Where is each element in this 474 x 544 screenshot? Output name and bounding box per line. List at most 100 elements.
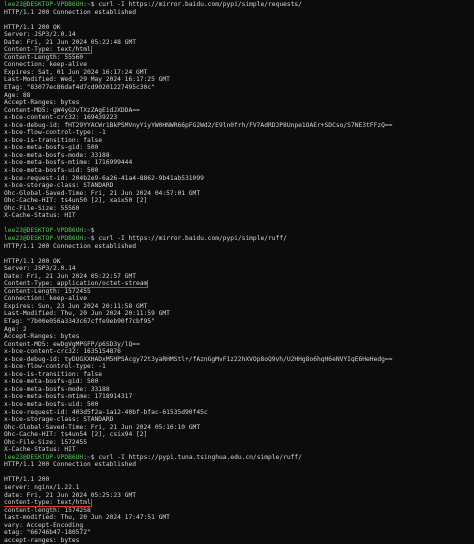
output-text: x-bce-flow-control-type: -1 bbox=[4, 363, 106, 371]
output-line: x-bce-meta-bosfs-mode: 33188 bbox=[4, 152, 470, 160]
output-text: Last-Modified: Wed, 29 May 2024 16:17:25… bbox=[4, 76, 170, 84]
highlighted-header: Content-Type: application/octet-stream bbox=[4, 280, 149, 288]
output-line: Date: Fri, 21 Jun 2024 05:22:48 GMT bbox=[4, 39, 470, 47]
output-text: x-bce-flow-control-type: -1 bbox=[4, 129, 106, 137]
output-text: Ohc-Global-Saved-Time: Fri, 21 Jun 2024 … bbox=[4, 189, 201, 197]
output-text: Accept-Ranges: bytes bbox=[4, 333, 80, 341]
output-line: Content-Length: 55560 bbox=[4, 54, 470, 62]
output-text: HTTP/1.1 200 OK bbox=[4, 257, 61, 265]
output-text: X-Cache-Status: HIT bbox=[4, 446, 76, 454]
output-text: content-length: 1574258 bbox=[4, 506, 91, 514]
output-line: Content-Type: application/octet-stream bbox=[4, 280, 470, 288]
output-text: Last-Modified: Thu, 20 Jun 2024 20:11:59… bbox=[4, 310, 170, 318]
output-line: x-bce-meta-bosfs-mtime: 1718914317 bbox=[4, 393, 470, 401]
output-line: ETag: "83077ec86daf4d7cd90201227495c30c" bbox=[4, 84, 470, 92]
output-line: x-bce-request-id: 204b2e9-6a26-41a4-8862… bbox=[4, 175, 470, 183]
output-line: Content-MD5: ewDgVgMPGFP/p6SD3y/lQ== bbox=[4, 341, 470, 349]
output-text: server: nginx/1.22.1 bbox=[4, 484, 80, 491]
output-text: Connection: keep-alive bbox=[4, 295, 87, 303]
output-text: etag: "66746b47-180572" bbox=[4, 529, 91, 537]
output-text: x-bce-meta-bosfs-gid: 500 bbox=[4, 144, 99, 152]
output-text: x-bce-debug-id: fHT29YYACWr1BkPSMVnyYiyY… bbox=[4, 121, 393, 129]
output-line: Server: JSP3/2.0.14 bbox=[4, 31, 470, 39]
output-text: Content-MD5: ewDgVgMPGFP/p6SD3y/lQ== bbox=[4, 340, 140, 348]
output-text: Ohc-Global-Saved-Time: Fri, 21 Jun 2024 … bbox=[4, 423, 201, 431]
output-line: Last-Modified: Wed, 29 May 2024 16:17:25… bbox=[4, 76, 470, 84]
output-text: Ohc-Cache-HIT: ts4un54 [2], csix94 [2] bbox=[4, 431, 148, 439]
output-text: Server: JSP3/2.0.14 bbox=[4, 265, 76, 273]
output-text: Content-MD5: gW4yG2vTXzZAgEidJXDDA== bbox=[4, 106, 140, 114]
output-text: date: Fri, 21 Jun 2024 05:25:23 GMT bbox=[4, 491, 136, 499]
output-text: x-bce-meta-bosfs-mode: 33188 bbox=[4, 151, 110, 159]
output-text: Date: Fri, 21 Jun 2024 05:22:57 GMT bbox=[4, 272, 136, 280]
output-text: Content-Length: 55560 bbox=[4, 53, 84, 61]
output-line: x-bce-request-id: 403d5f2a-1a12-40bf-bfa… bbox=[4, 409, 470, 417]
output-text: HTTP/1.1 200 Connection established bbox=[4, 242, 136, 250]
output-line: Ohc-Cache-HIT: ts4un50 [2], xaix50 [2] bbox=[4, 197, 470, 205]
output-line: Ohc-Cache-HIT: ts4un54 [2], csix94 [2] bbox=[4, 431, 470, 439]
output-line: x-bce-meta-bosfs-mtime: 1716999444 bbox=[4, 159, 470, 167]
output-line: x-bce-content-crc32: 169439223 bbox=[4, 114, 470, 122]
output-line: x-bce-debug-id: fHT29YYACWr1BkPSMVnyYiyY… bbox=[4, 122, 470, 130]
output-text: x-bce-content-crc32: 169439223 bbox=[4, 114, 118, 122]
highlighted-header: Content-Type: text/html bbox=[4, 46, 92, 54]
output-line: Expires: Sat, 01 Jun 2024 16:17:24 GMT bbox=[4, 69, 470, 77]
prompt-user: lee23@DESKTOP-VPDB6UH bbox=[4, 234, 84, 242]
output-line: Ohc-File-Size: 55560 bbox=[4, 205, 470, 213]
output-text: HTTP/1.1 200 Connection established bbox=[4, 8, 136, 16]
command-text: curl -I https://mirror.baidu.com/pypi/si… bbox=[94, 234, 287, 242]
prompt-line: lee23@DESKTOP-VPDB6UH:~$ curl -I https:/… bbox=[4, 1, 470, 9]
output-text: HTTP/1.1 200 Connection established bbox=[4, 461, 136, 469]
output-line: Accept-Ranges: bytes bbox=[4, 99, 470, 107]
output-text: x-bce-storage-class: STANDARD bbox=[4, 416, 114, 424]
output-text: Age: 2 bbox=[4, 325, 27, 333]
output-line: Date: Fri, 21 Jun 2024 05:22:57 GMT bbox=[4, 273, 470, 281]
output-text: Server: JSP3/2.0.14 bbox=[4, 31, 76, 39]
output-text: HTTP/1.1 200 bbox=[4, 476, 50, 484]
output-line: server: nginx/1.22.1 bbox=[4, 484, 470, 492]
output-line: Content-Type: text/html bbox=[4, 46, 470, 54]
output-text: Ohc-File-Size: 1572455 bbox=[4, 438, 87, 446]
output-text: Age: 88 bbox=[4, 91, 31, 99]
output-line: x-bce-debug-id: tyDUGXXHADxM5HPSAcgy72t3… bbox=[4, 356, 470, 364]
output-text: x-bce-is-transition: false bbox=[4, 370, 103, 378]
output-text: Accept-Ranges: bytes bbox=[4, 99, 80, 107]
prompt-user: lee23@DESKTOP-VPDB6UH bbox=[4, 1, 84, 8]
output-line: content-type: text/html bbox=[4, 499, 470, 507]
output-line: x-bce-content-crc32: 1635154876 bbox=[4, 348, 470, 356]
output-line: HTTP/1.1 200 Connection established bbox=[4, 243, 470, 251]
output-text: ETag: "83077ec86daf4d7cd90201227495c30c" bbox=[4, 84, 155, 92]
output-line: x-bce-meta-bosfs-mode: 33188 bbox=[4, 386, 470, 394]
output-line: date: Fri, 21 Jun 2024 05:25:23 GMT bbox=[4, 492, 470, 500]
output-line: HTTP/1.1 200 bbox=[4, 476, 470, 484]
output-line: x-bce-meta-bosfs-uid: 500 bbox=[4, 401, 470, 409]
output-text: x-bce-meta-bosfs-uid: 500 bbox=[4, 167, 99, 175]
terminal-window[interactable]: lee23@DESKTOP-VPDB6UH:~$ curl -I https:/… bbox=[0, 0, 474, 544]
output-text: HTTP/1.1 200 OK bbox=[4, 23, 61, 31]
output-text: x-bce-meta-bosfs-gid: 500 bbox=[4, 378, 99, 386]
output-text: Content-Length: 1572455 bbox=[4, 287, 91, 295]
output-line: HTTP/1.1 200 Connection established bbox=[4, 9, 470, 17]
output-text: ETag: "7b00e056a3343c67cffe9eb90f7cbf95" bbox=[4, 317, 155, 325]
prompt-line: lee23@DESKTOP-VPDB6UH:~$ curl -I https:/… bbox=[4, 235, 470, 243]
output-line: x-bce-meta-bosfs-uid: 500 bbox=[4, 167, 470, 175]
output-line: Age: 2 bbox=[4, 326, 470, 334]
output-line: vary: Accept-Encoding bbox=[4, 522, 470, 530]
output-line: etag: "66746b47-180572" bbox=[4, 529, 470, 537]
output-line: x-bce-is-transition: false bbox=[4, 137, 470, 145]
output-line: HTTP/1.1 200 Connection established bbox=[4, 461, 470, 469]
output-line: Age: 88 bbox=[4, 92, 470, 100]
output-text: x-bce-content-crc32: 1635154876 bbox=[4, 348, 121, 356]
output-text: X-Cache-Status: HIT bbox=[4, 212, 76, 220]
output-line: accept-ranges: bytes bbox=[4, 537, 470, 544]
output-line: x-bce-storage-class: STANDARD bbox=[4, 182, 470, 190]
output-line: Content-MD5: gW4yG2vTXzZAgEidJXDDA== bbox=[4, 107, 470, 115]
output-line: x-bce-flow-control-type: -1 bbox=[4, 363, 470, 371]
output-line: X-Cache-Status: HIT bbox=[4, 446, 470, 454]
output-line: content-length: 1574258 bbox=[4, 507, 470, 515]
output-line: x-bce-flow-control-type: -1 bbox=[4, 129, 470, 137]
prompt-user: lee23@DESKTOP-VPDB6UH bbox=[4, 227, 84, 235]
